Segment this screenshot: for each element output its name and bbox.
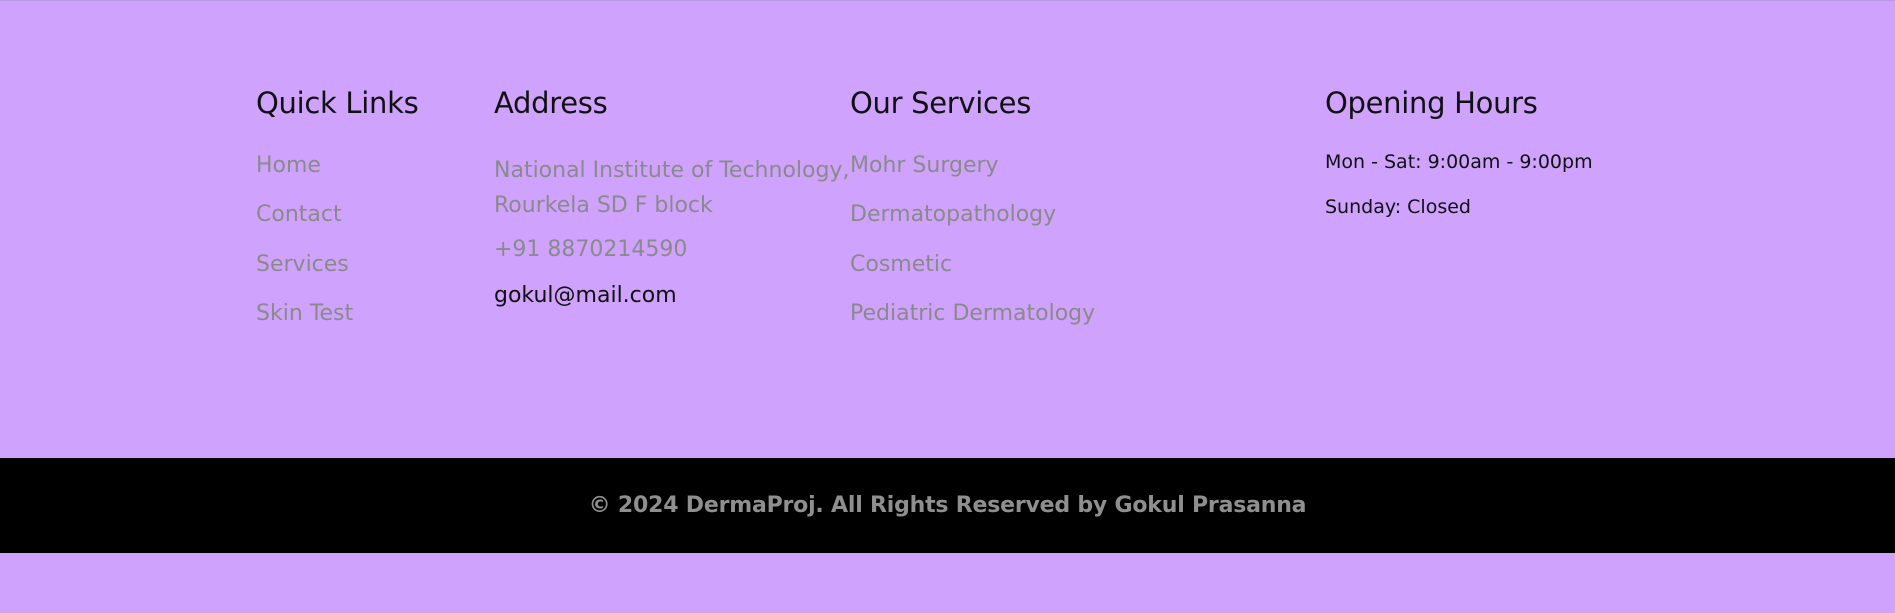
service-dermatopathology[interactable]: Dermatopathology (850, 202, 1095, 228)
quick-links-section: Quick Links Home Contact Services Skin T… (256, 86, 419, 350)
link-skin-test[interactable]: Skin Test (256, 301, 418, 327)
top-divider (0, 0, 1895, 1)
service-pediatric-dermatology[interactable]: Pediatric Dermatology (850, 301, 1095, 327)
opening-hours-section: Opening Hours Mon - Sat: 9:00am - 9:00pm… (1325, 86, 1593, 240)
opening-hours-list: Mon - Sat: 9:00am - 9:00pm Sunday: Close… (1325, 151, 1593, 219)
address-line-1: National Institute of Technology, (494, 157, 850, 183)
copyright-bar: © 2024 DermaProj. All Rights Reserved by… (0, 458, 1895, 553)
service-cosmetic[interactable]: Cosmetic (850, 252, 1095, 278)
opening-hours-heading: Opening Hours (1325, 86, 1538, 120)
address-section: Address National Institute of Technology… (494, 86, 849, 310)
quick-links-list: Home Contact Services Skin Test (256, 153, 418, 328)
address-line-2: Rourkela SD F block (494, 192, 713, 218)
services-list: Mohr Surgery Dermatopathology Cosmetic P… (850, 153, 1095, 328)
services-heading: Our Services (850, 86, 1032, 120)
hours-weekdays: Mon - Sat: 9:00am - 9:00pm (1325, 150, 1593, 173)
phone-number: +91 8870214590 (494, 236, 688, 262)
service-mohr-surgery[interactable]: Mohr Surgery (850, 153, 1095, 179)
hours-sunday: Sunday: Closed (1325, 195, 1471, 218)
email-link[interactable]: gokul@mail.com (494, 283, 849, 309)
address-heading: Address (494, 86, 608, 120)
link-home[interactable]: Home (256, 153, 418, 179)
link-services[interactable]: Services (256, 252, 418, 278)
services-section: Our Services Mohr Surgery Dermatopatholo… (850, 86, 1095, 350)
copyright-text: © 2024 DermaProj. All Rights Reserved by… (588, 493, 1307, 518)
link-contact[interactable]: Contact (256, 202, 418, 228)
address-details: National Institute of Technology, Rourke… (494, 153, 849, 310)
quick-links-heading: Quick Links (256, 86, 419, 120)
